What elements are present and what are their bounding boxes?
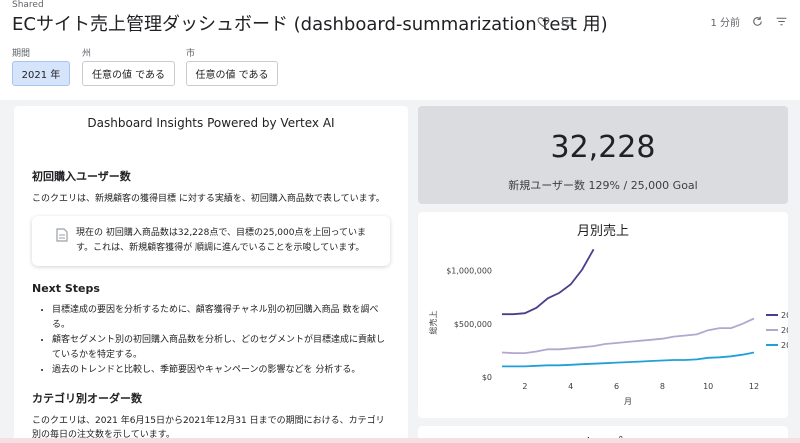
series-line-2020 [502, 351, 755, 368]
shared-label: Shared [12, 0, 44, 10]
legend-label-2021: 2021 [781, 326, 788, 335]
filter-label-period: 期間 [12, 49, 31, 59]
x-tick-label: 12 [749, 382, 759, 391]
page-title: ECサイト売上管理ダッシュボード (dashboard-summarizatio… [12, 14, 608, 35]
document-icon [56, 228, 68, 248]
filter-label-city: 市 [186, 49, 196, 59]
insights-card: Dashboard Insights Powered by Vertex AI … [14, 106, 408, 443]
series-line-2021 [501, 317, 755, 354]
x-tick-label: 4 [568, 382, 573, 391]
monthly-sales-chart-card: 月別売上 $0 $500,000 $1,000,000 2 4 6 8 10 12 月 総売上 202… [418, 212, 788, 418]
insights-title: Dashboard Insights Powered by Vertex AI [87, 116, 335, 130]
list-item: 顧客セグメント別の初回購入商品数を分析し、どのセグメントが目標達成に貢献している… [52, 333, 390, 363]
y-axis-label: 総売上 [428, 311, 438, 335]
filter-menu-icon[interactable] [774, 15, 788, 29]
y-tick-label: $0 [482, 373, 492, 382]
y-tick-label: $500,000 [454, 320, 492, 329]
list-item: 過去のトレンドと比較し、季節要因やキャンペーンの影響などを 分析する。 [52, 363, 390, 378]
legend-label-2020: 2020 [781, 341, 788, 350]
refresh-icon[interactable] [750, 15, 764, 29]
x-tick-label: 8 [660, 382, 665, 391]
header-bar: Shared ECサイト売上管理ダッシュボード (dashboard-summa… [0, 0, 800, 100]
heart-icon[interactable] [536, 14, 550, 28]
x-tick-label: 10 [703, 382, 713, 391]
legend-label-2022: 2022 [781, 311, 788, 320]
y-tick-label: $1,000,000 [446, 267, 492, 276]
last-updated-text: 1 分前 [710, 18, 740, 29]
filter-period-button[interactable]: 2021 年 [12, 61, 70, 86]
monthly-sales-chart: $0 $500,000 $1,000,000 2 4 6 8 10 12 月 総売上 2022 2021… [428, 248, 788, 406]
filter-city-button[interactable]: 任意の値 である [186, 61, 278, 86]
bottom-strip [0, 438, 800, 443]
filter-state-button[interactable]: 任意の値 である [82, 61, 175, 86]
list-item: 目標達成の要因を分析するために、顧客獲得チャネル別の初回購入商品 数を調べる。 [52, 303, 390, 333]
insights-section-body: このクエリは、新規顧客の獲得目標 に対する実績を、初回購入商品数で表しています。 [32, 194, 385, 204]
insights-section2-heading: カテゴリ別オーダー数 [32, 392, 142, 405]
insight-callout-text: 現在の 初回購入商品数は32,228点で、目標の25,000点を上回っています。… [76, 228, 367, 253]
x-axis-label: 月 [624, 397, 632, 406]
x-tick-label: 6 [614, 382, 619, 391]
kpi-label: 新規ユーザー数 129% / 25,000 Goal [508, 179, 698, 192]
series-line-2022 [502, 248, 595, 316]
filter-label-state: 州 [82, 49, 92, 59]
insights-section-heading: 初回購入ユーザー数 [32, 170, 131, 183]
insight-callout: 現在の 初回購入商品数は32,228点で、目標の25,000点を上回っています。… [32, 216, 390, 266]
kpi-value: 32,228 [550, 130, 656, 165]
next-steps-list: 目標達成の要因を分析するために、顧客獲得チャネル別の初回購入商品 数を調べる。 … [44, 303, 390, 378]
chart-title: 月別売上 [576, 224, 629, 239]
kpi-card: 32,228 新規ユーザー数 129% / 25,000 Goal [418, 106, 788, 204]
next-steps-heading: Next Steps [32, 282, 100, 295]
x-tick-label: 2 [522, 382, 527, 391]
folder-add-icon[interactable] [560, 14, 574, 28]
